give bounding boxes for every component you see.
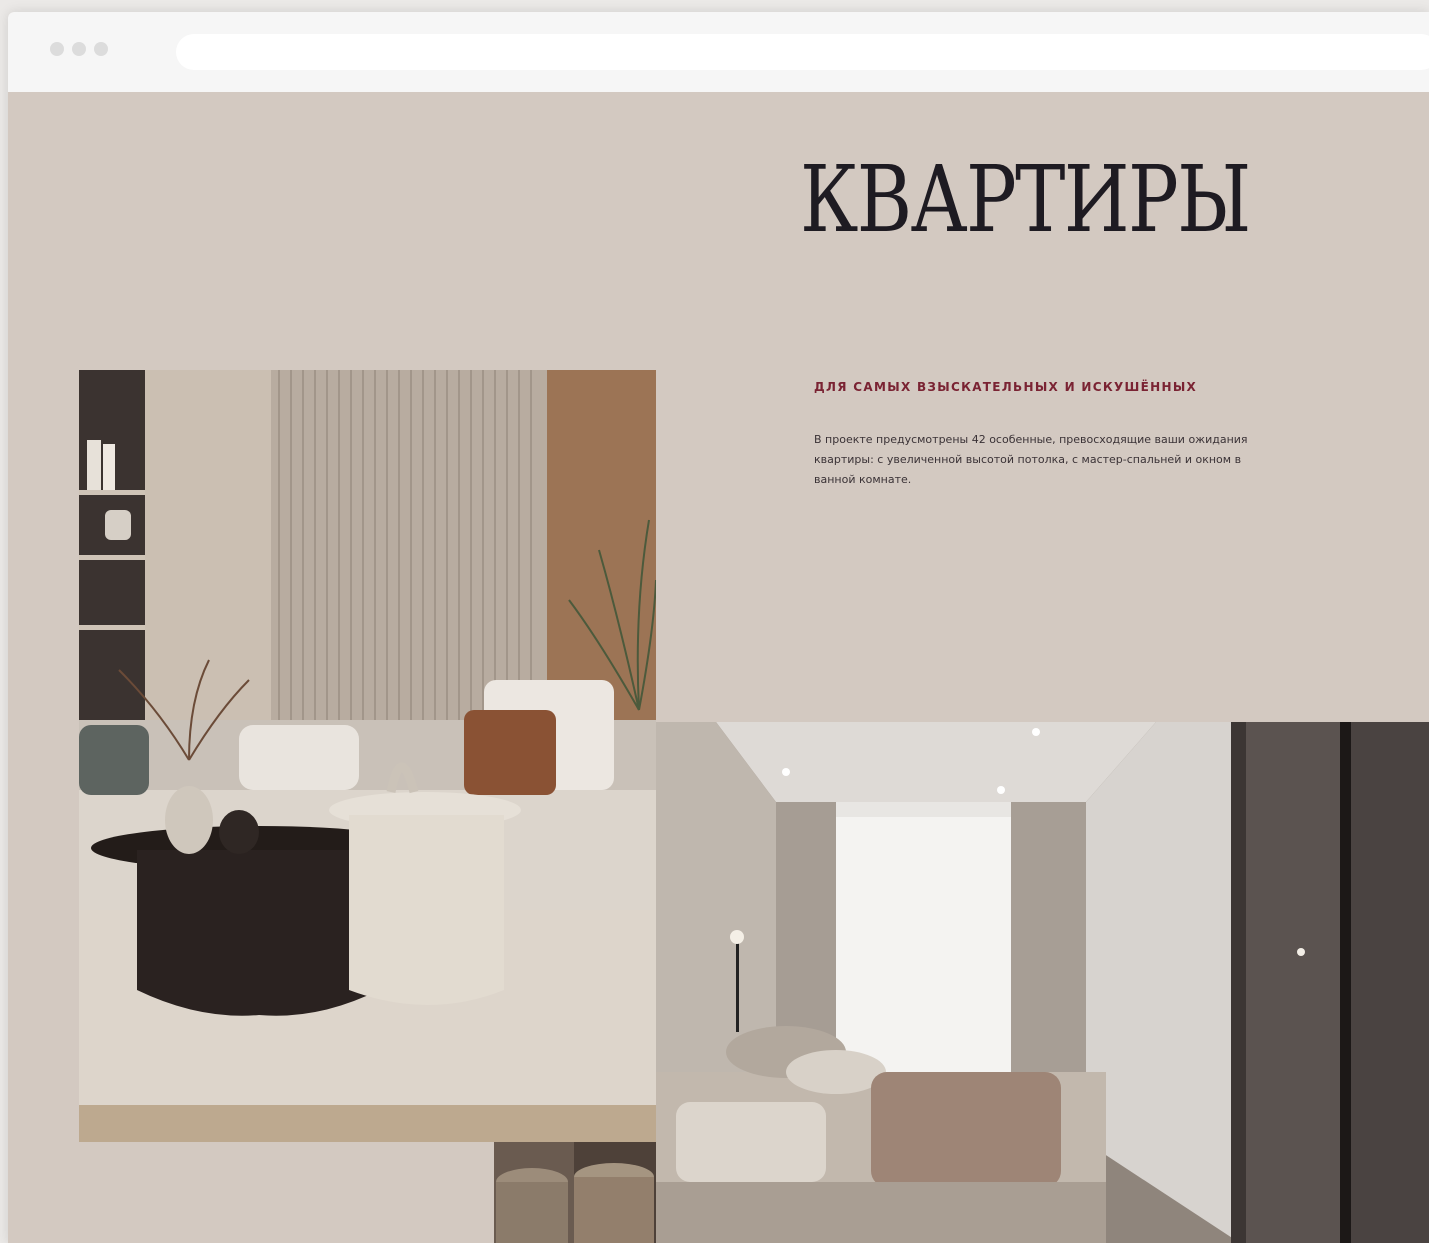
interior-detail-photo (494, 1142, 656, 1243)
close-window-dot[interactable] (50, 42, 64, 56)
maximize-window-dot[interactable] (94, 42, 108, 56)
browser-toolbar (8, 12, 1429, 93)
browser-window: КВАРТИРЫ для самых взыскательных и искуш… (8, 12, 1429, 1243)
bedroom-photo (656, 722, 1429, 1243)
living-room-photo (79, 370, 656, 1142)
address-bar[interactable] (176, 34, 1429, 70)
page-description: В проекте предусмотрены 42 особенные, пр… (814, 433, 1248, 486)
page-content: КВАРТИРЫ для самых взыскательных и искуш… (8, 92, 1429, 1243)
page-subtitle: для самых взыскательных и искушённых (814, 380, 1198, 394)
window-controls (50, 42, 108, 56)
page-title: КВАРТИРЫ (800, 146, 1251, 253)
minimize-window-dot[interactable] (72, 42, 86, 56)
